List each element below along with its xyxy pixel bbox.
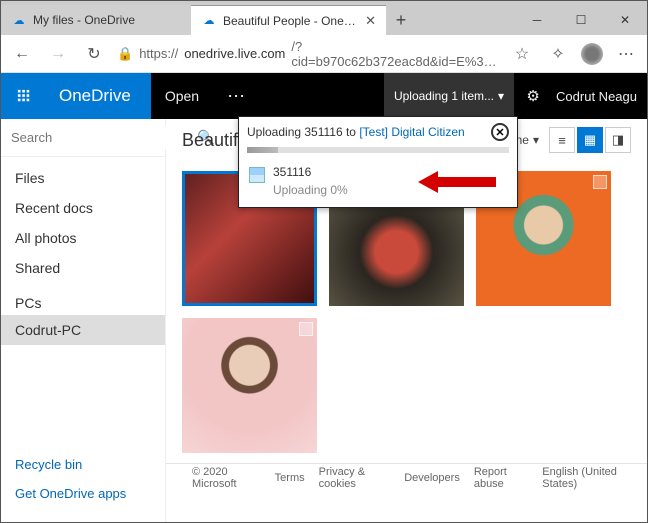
url-path: /?cid=b970c62b372eac8d&id=E%3… <box>291 39 499 69</box>
tab-beautiful-people[interactable]: ☁ Beautiful People - OneDrive ✕ <box>191 5 386 35</box>
sidebar-item-recent[interactable]: Recent docs <box>1 193 165 223</box>
maximize-button[interactable]: ☐ <box>559 5 603 35</box>
user-name[interactable]: Codrut Neagu <box>552 89 647 104</box>
address-bar: ← → ↻ 🔒 https:// onedrive.live.com /?cid=b… <box>1 35 647 73</box>
tab-my-files[interactable]: ☁ My files - OneDrive <box>1 5 191 35</box>
select-checkbox[interactable] <box>593 175 607 189</box>
footer: © 2020 Microsoft Terms Privacy & cookies… <box>166 463 647 491</box>
popup-target-link[interactable]: [Test] Digital Citizen <box>359 125 464 139</box>
upload-status[interactable]: Uploading 1 item... ▾ <box>384 73 514 119</box>
list-view-button[interactable]: ≡ <box>549 127 575 153</box>
sidebar-item-shared[interactable]: Shared <box>1 253 165 283</box>
search-box[interactable]: 🔍 <box>1 119 165 157</box>
tab-label: My files - OneDrive <box>33 13 181 27</box>
open-command[interactable]: Open <box>151 73 213 119</box>
chevron-down-icon: ▾ <box>498 89 504 103</box>
file-thumbnail[interactable] <box>182 318 317 453</box>
close-window-button[interactable]: ✕ <box>603 5 647 35</box>
refresh-button[interactable]: ↻ <box>81 41 107 67</box>
tab-bar: ☁ My files - OneDrive ☁ Beautiful People… <box>1 1 647 35</box>
sidebar: 🔍 Files Recent docs All photos Shared PC… <box>1 119 166 522</box>
cloud-icon: ☁ <box>11 12 27 28</box>
footer-link-report[interactable]: Report abuse <box>474 466 528 490</box>
settings-button[interactable]: ⚙ <box>514 73 552 119</box>
recycle-bin-link[interactable]: Recycle bin <box>1 450 165 479</box>
url-scheme: https:// <box>139 46 178 61</box>
cloud-icon: ☁ <box>201 13 217 29</box>
profile-avatar[interactable] <box>581 43 603 65</box>
more-commands[interactable]: ⋯ <box>213 73 261 119</box>
sidebar-section-pcs: PCs <box>1 283 165 315</box>
footer-link-developers[interactable]: Developers <box>404 472 460 484</box>
annotation-arrow <box>418 167 498 197</box>
favorite-button[interactable]: ☆ <box>509 41 535 67</box>
lock-icon: 🔒 <box>117 46 133 62</box>
chevron-down-icon: ▾ <box>533 133 539 147</box>
collections-button[interactable]: ✧ <box>545 41 571 67</box>
footer-link-terms[interactable]: Terms <box>275 472 305 484</box>
footer-link-language[interactable]: English (United States) <box>542 466 635 490</box>
minimize-button[interactable]: ─ <box>515 5 559 35</box>
upload-file-status: Uploading 0% <box>273 179 348 197</box>
url-field[interactable]: 🔒 https:// onedrive.live.com /?cid=b970c62… <box>117 39 499 69</box>
file-icon <box>249 167 265 183</box>
sidebar-item-pc[interactable]: Codrut-PC <box>1 315 165 345</box>
get-apps-link[interactable]: Get OneDrive apps <box>1 479 165 508</box>
onedrive-brand[interactable]: OneDrive <box>47 73 151 119</box>
search-input[interactable] <box>7 126 191 149</box>
tab-label: Beautiful People - OneDrive <box>223 14 359 28</box>
sidebar-item-photos[interactable]: All photos <box>1 223 165 253</box>
app-command-bar: OneDrive Open ⋯ Uploading 1 item... ▾ ⚙ … <box>1 73 647 119</box>
sidebar-item-files[interactable]: Files <box>1 163 165 193</box>
progress-bar <box>247 147 509 153</box>
url-host: onedrive.live.com <box>184 46 285 61</box>
waffle-icon <box>17 89 31 103</box>
grid-view-button[interactable]: ▦ <box>577 127 603 153</box>
detail-pane-button[interactable]: ◨ <box>605 127 631 153</box>
gear-icon: ⚙ <box>526 87 539 105</box>
forward-button: → <box>45 41 71 67</box>
new-tab-button[interactable]: + <box>386 5 416 35</box>
menu-button[interactable]: ⋯ <box>613 41 639 67</box>
upload-status-text: Uploading 1 item... <box>394 89 494 103</box>
copyright: © 2020 Microsoft <box>192 466 261 490</box>
select-checkbox[interactable] <box>299 322 313 336</box>
footer-link-privacy[interactable]: Privacy & cookies <box>319 466 391 490</box>
back-button[interactable]: ← <box>9 41 35 67</box>
close-tab-icon[interactable]: ✕ <box>365 13 376 29</box>
popup-title: Uploading 351116 to [Test] Digital Citiz… <box>247 125 491 139</box>
app-launcher-button[interactable] <box>1 73 47 119</box>
upload-file-name: 351116 <box>273 165 348 179</box>
popup-close-button[interactable]: ✕ <box>491 123 509 141</box>
